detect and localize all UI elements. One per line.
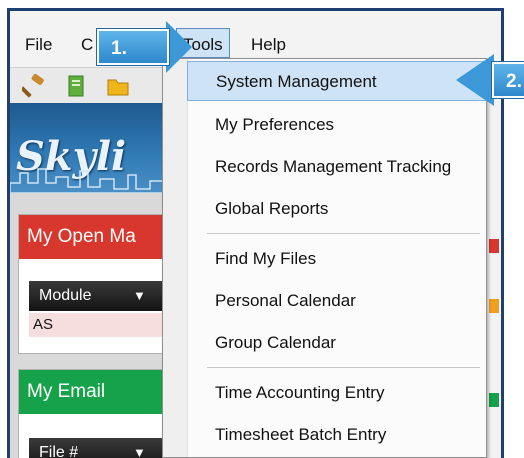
menu-icon-gutter (163, 59, 188, 457)
callout-arrow-1-tip (166, 21, 192, 73)
menu-separator (207, 367, 480, 368)
document-icon[interactable] (64, 74, 88, 98)
email-header[interactable]: My Email (19, 370, 169, 414)
folder-icon[interactable] (106, 74, 130, 98)
file-number-column-header[interactable]: File # ▼ (29, 438, 171, 458)
filter-icon[interactable]: ▼ (133, 281, 146, 311)
skyline-graphic (10, 168, 170, 193)
menu-item-my-preferences[interactable]: My Preferences (187, 105, 486, 145)
green-indicator (489, 393, 499, 407)
menu-item-system-management[interactable]: System Management (187, 61, 486, 101)
callout-step-1: 1. (97, 29, 169, 65)
open-matters-panel: My Open Ma Module ▼ AS (18, 214, 171, 354)
tools-dropdown-menu: System Management My Preferences Records… (162, 58, 487, 458)
table-cell[interactable]: AS (29, 313, 171, 337)
menu-item-group-calendar[interactable]: Group Calendar (187, 323, 486, 363)
red-indicator (489, 239, 499, 253)
right-edge-panel (487, 67, 501, 458)
callout-arrow-2-tip (456, 54, 494, 106)
toolbar (10, 67, 170, 104)
menu-item-global-reports[interactable]: Global Reports (187, 189, 486, 229)
filter-icon[interactable]: ▼ (133, 438, 146, 458)
module-column-label: Module (39, 287, 92, 304)
menu-partial-hidden[interactable]: C (81, 35, 93, 55)
callout-step-2: 2. (492, 62, 524, 98)
menu-item-find-my-files[interactable]: Find My Files (187, 239, 486, 279)
menu-item-timesheet-batch-entry[interactable]: Timesheet Batch Entry (187, 415, 486, 455)
menu-help[interactable]: Help (251, 35, 286, 55)
email-panel: My Email File # ▼ (18, 369, 171, 458)
gavel-icon[interactable] (22, 74, 46, 98)
open-matters-header[interactable]: My Open Ma (19, 215, 169, 259)
orange-indicator (489, 299, 499, 313)
menu-item-records-management-tracking[interactable]: Records Management Tracking (187, 147, 486, 187)
file-number-column-label: File # (39, 444, 79, 458)
app-banner: Skyli (10, 103, 170, 193)
dashboard-area: My Open Ma Module ▼ AS My Email File # ▼ (10, 193, 171, 458)
menu-file[interactable]: File (25, 35, 52, 55)
menu-item-time-accounting-entry[interactable]: Time Accounting Entry (187, 373, 486, 413)
menu-item-personal-calendar[interactable]: Personal Calendar (187, 281, 486, 321)
menu-separator (207, 233, 480, 234)
module-column-header[interactable]: Module ▼ (29, 281, 171, 311)
